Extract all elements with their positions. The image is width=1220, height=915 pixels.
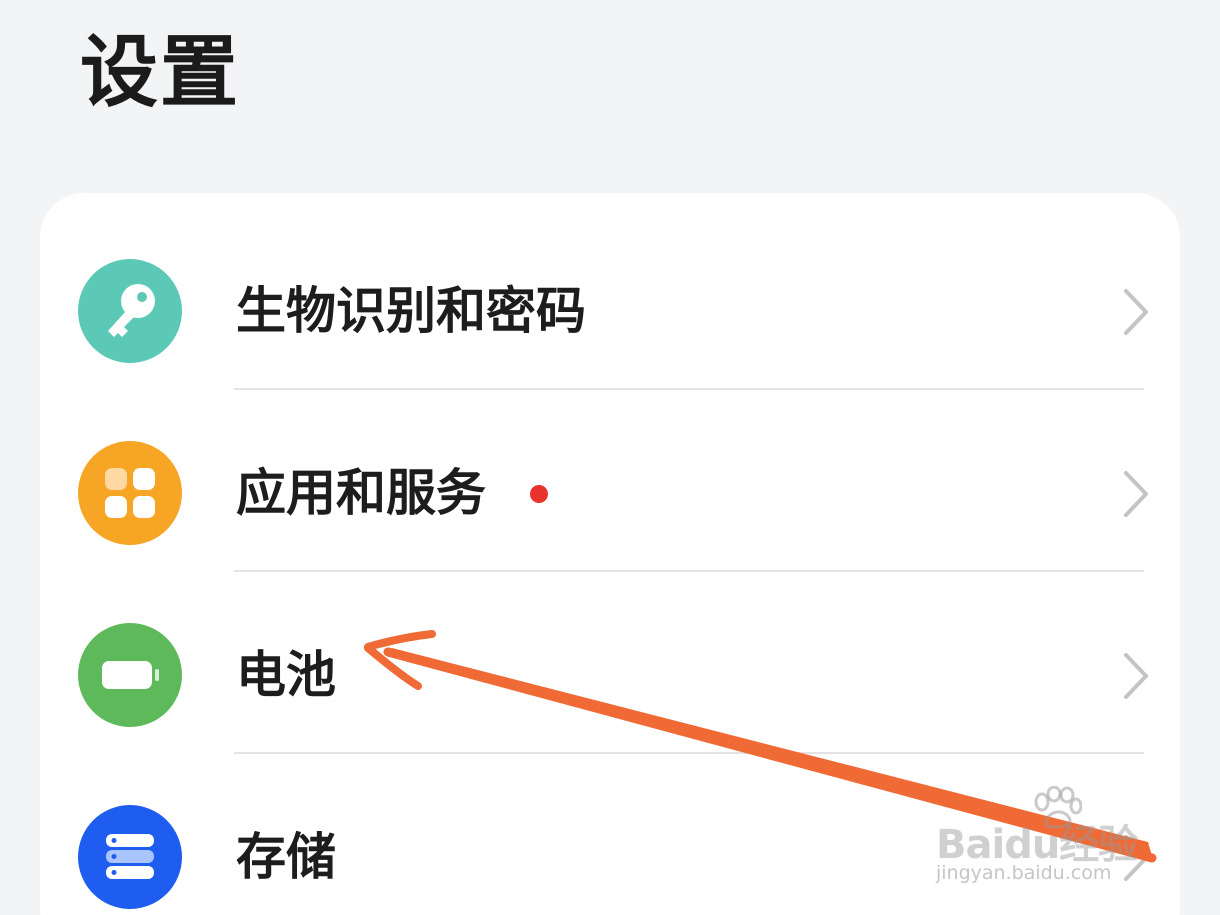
settings-item-label: 电池 bbox=[236, 646, 336, 704]
settings-page: 设置 生物识别和密码 应用和服务 电池 存储 Baidu经验 jingyan.b… bbox=[0, 0, 1220, 915]
settings-item-storage[interactable]: 存储 bbox=[40, 753, 1180, 915]
chevron-right-icon bbox=[1124, 289, 1148, 335]
settings-item-battery[interactable]: 电池 bbox=[40, 571, 1180, 753]
settings-item-apps-services[interactable]: 应用和服务 bbox=[40, 389, 1180, 571]
settings-item-label: 存储 bbox=[236, 828, 336, 886]
chevron-right-icon bbox=[1124, 835, 1148, 881]
settings-item-label: 生物识别和密码 bbox=[236, 282, 586, 340]
key-icon bbox=[78, 259, 182, 363]
notification-badge bbox=[530, 485, 548, 503]
storage-icon bbox=[78, 805, 182, 909]
chevron-right-icon bbox=[1124, 471, 1148, 517]
settings-item-label: 应用和服务 bbox=[236, 464, 486, 522]
chevron-right-icon bbox=[1124, 653, 1148, 699]
settings-item-biometrics-password[interactable]: 生物识别和密码 bbox=[40, 207, 1180, 389]
page-title: 设置 bbox=[80, 28, 241, 118]
settings-card: 生物识别和密码 应用和服务 电池 存储 bbox=[40, 193, 1180, 915]
apps-grid-icon bbox=[78, 441, 182, 545]
battery-icon bbox=[78, 623, 182, 727]
